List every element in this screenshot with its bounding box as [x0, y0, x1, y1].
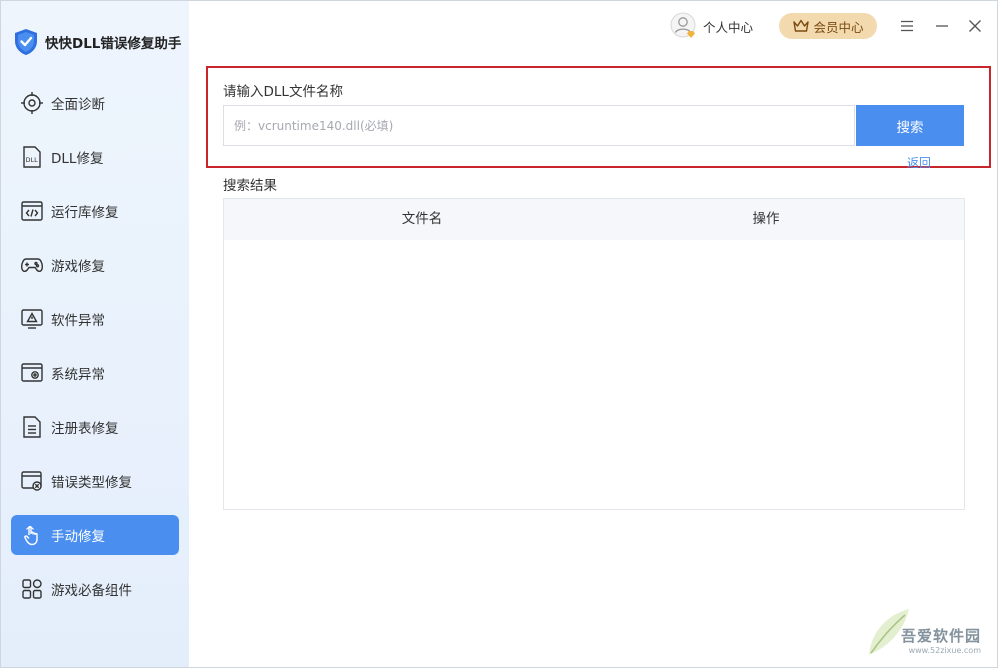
target-scan-icon [19, 90, 45, 116]
vip-center-button[interactable]: 会员中心 [779, 13, 877, 39]
gamepad-icon [19, 252, 45, 278]
app-title: 快快DLL错误修复助手 [45, 36, 182, 52]
sidebar-item-label: 游戏必备组件 [51, 583, 132, 599]
sidebar-item-manual-repair[interactable]: 手动修复 [11, 515, 179, 555]
site-watermark: 吾爱软件园 www.52zixue.com [861, 603, 991, 661]
top-bar: 个人中心 会员中心 [189, 1, 997, 51]
close-button[interactable] [965, 16, 985, 36]
sidebar-item-error-type-repair[interactable]: 错误类型修复 [11, 461, 179, 501]
error-window-icon [19, 468, 45, 494]
sidebar: 快快DLL错误修复助手 全面诊断 DLL DLL修复 运行库修复 游戏修复 软件… [1, 1, 189, 667]
results-table: 文件名 操作 [223, 198, 965, 510]
user-avatar-icon [670, 12, 696, 38]
code-window-icon [19, 198, 45, 224]
dll-file-icon: DLL [19, 144, 45, 170]
brand: 快快DLL错误修复助手 [13, 28, 181, 56]
watermark-url: www.52zixue.com [908, 646, 981, 655]
sidebar-item-runtime-repair[interactable]: 运行库修复 [11, 191, 179, 231]
user-center-button[interactable]: 个人中心 [669, 11, 753, 41]
user-center-label: 个人中心 [703, 19, 754, 35]
sidebar-item-game-components[interactable]: 游戏必备组件 [11, 569, 179, 609]
sidebar-item-label: 游戏修复 [51, 259, 105, 275]
sidebar-item-dll-repair[interactable]: DLL DLL修复 [11, 137, 179, 177]
system-settings-icon [19, 360, 45, 386]
svg-text:DLL: DLL [26, 156, 39, 164]
sidebar-item-label: 手动修复 [51, 529, 105, 545]
column-header-action: 操作 [752, 211, 780, 227]
sidebar-item-full-diagnosis[interactable]: 全面诊断 [11, 83, 179, 123]
search-button[interactable]: 搜索 [856, 105, 964, 146]
dll-search-input[interactable] [223, 105, 855, 146]
sidebar-item-label: 错误类型修复 [51, 475, 132, 491]
registry-list-icon [19, 414, 45, 440]
sidebar-item-label: 注册表修复 [51, 421, 119, 437]
crown-icon [793, 19, 810, 32]
vip-center-label: 会员中心 [813, 19, 864, 35]
back-link[interactable]: 返回 [907, 156, 931, 168]
sidebar-item-game-repair[interactable]: 游戏修复 [11, 245, 179, 285]
menu-button[interactable] [897, 16, 917, 36]
sidebar-item-label: 系统异常 [51, 367, 105, 383]
results-table-header: 文件名 操作 [224, 199, 964, 240]
watermark-site-name: 吾爱软件园 [900, 627, 981, 645]
sidebar-item-label: 全面诊断 [51, 97, 105, 113]
minimize-button[interactable] [932, 16, 952, 36]
sidebar-item-label: DLL修复 [51, 151, 104, 167]
hamburger-menu-icon [901, 20, 913, 32]
sidebar-item-label: 运行库修复 [51, 205, 119, 221]
app-window: 快快DLL错误修复助手 全面诊断 DLL DLL修复 运行库修复 游戏修复 软件… [0, 0, 998, 668]
shield-logo-icon [15, 29, 37, 55]
results-title: 搜索结果 [223, 178, 277, 194]
close-icon [969, 20, 981, 32]
hand-pointer-icon [19, 522, 45, 548]
grid-components-icon [19, 576, 45, 602]
dll-name-label: 请输入DLL文件名称 [223, 84, 343, 100]
sidebar-item-system-error[interactable]: 系统异常 [11, 353, 179, 393]
warning-monitor-icon [19, 306, 45, 332]
column-header-filename: 文件名 [401, 211, 443, 227]
sidebar-item-registry-repair[interactable]: 注册表修复 [11, 407, 179, 447]
minimize-icon [936, 25, 948, 27]
sidebar-item-software-error[interactable]: 软件异常 [11, 299, 179, 339]
sidebar-item-label: 软件异常 [51, 313, 105, 329]
